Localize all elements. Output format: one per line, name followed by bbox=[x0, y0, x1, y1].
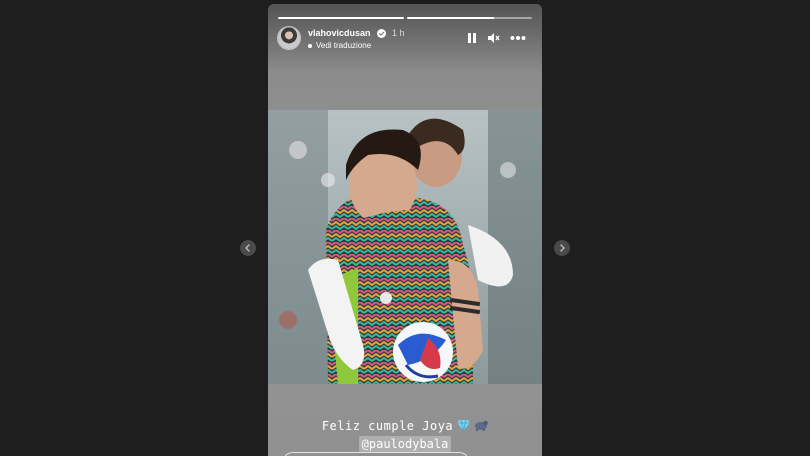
story-photo-illustration bbox=[268, 110, 542, 384]
progress-segment bbox=[278, 17, 404, 19]
pause-icon[interactable] bbox=[467, 32, 477, 44]
verified-badge-icon bbox=[377, 29, 386, 38]
story-caption: Feliz cumple Joya @paulodybala bbox=[268, 418, 542, 452]
story-viewer: vlahovicdusan 1 h Vedi traduzione Feliz … bbox=[0, 0, 810, 456]
chevron-left-icon bbox=[245, 244, 250, 252]
reply-input[interactable] bbox=[282, 452, 470, 456]
story-controls bbox=[467, 32, 526, 44]
speaker-muted-icon[interactable] bbox=[487, 32, 500, 44]
progress-segment bbox=[406, 17, 532, 19]
story-card[interactable]: vlahovicdusan 1 h Vedi traduzione Feliz … bbox=[268, 4, 542, 456]
next-story-button[interactable] bbox=[554, 240, 570, 256]
avatar[interactable] bbox=[278, 27, 300, 49]
translate-label: Vedi traduzione bbox=[316, 41, 372, 50]
username-link[interactable]: vlahovicdusan bbox=[308, 28, 371, 38]
translate-dot-icon bbox=[308, 43, 312, 48]
goat-icon bbox=[474, 419, 488, 435]
more-options-icon[interactable] bbox=[510, 32, 526, 44]
previous-story-button[interactable] bbox=[240, 240, 256, 256]
translate-link[interactable]: Vedi traduzione bbox=[308, 41, 371, 50]
caption-text: Feliz cumple Joya bbox=[321, 419, 454, 433]
post-time: 1 h bbox=[392, 28, 405, 38]
story-photo bbox=[268, 110, 542, 384]
story-progress-bar bbox=[278, 17, 532, 19]
caption-text-line: Feliz cumple Joya bbox=[268, 418, 542, 435]
mention-link[interactable]: @paulodybala bbox=[358, 435, 452, 452]
gem-icon bbox=[457, 419, 471, 435]
chevron-right-icon bbox=[560, 244, 565, 252]
story-header: vlahovicdusan 1 h Vedi traduzione bbox=[278, 26, 532, 52]
